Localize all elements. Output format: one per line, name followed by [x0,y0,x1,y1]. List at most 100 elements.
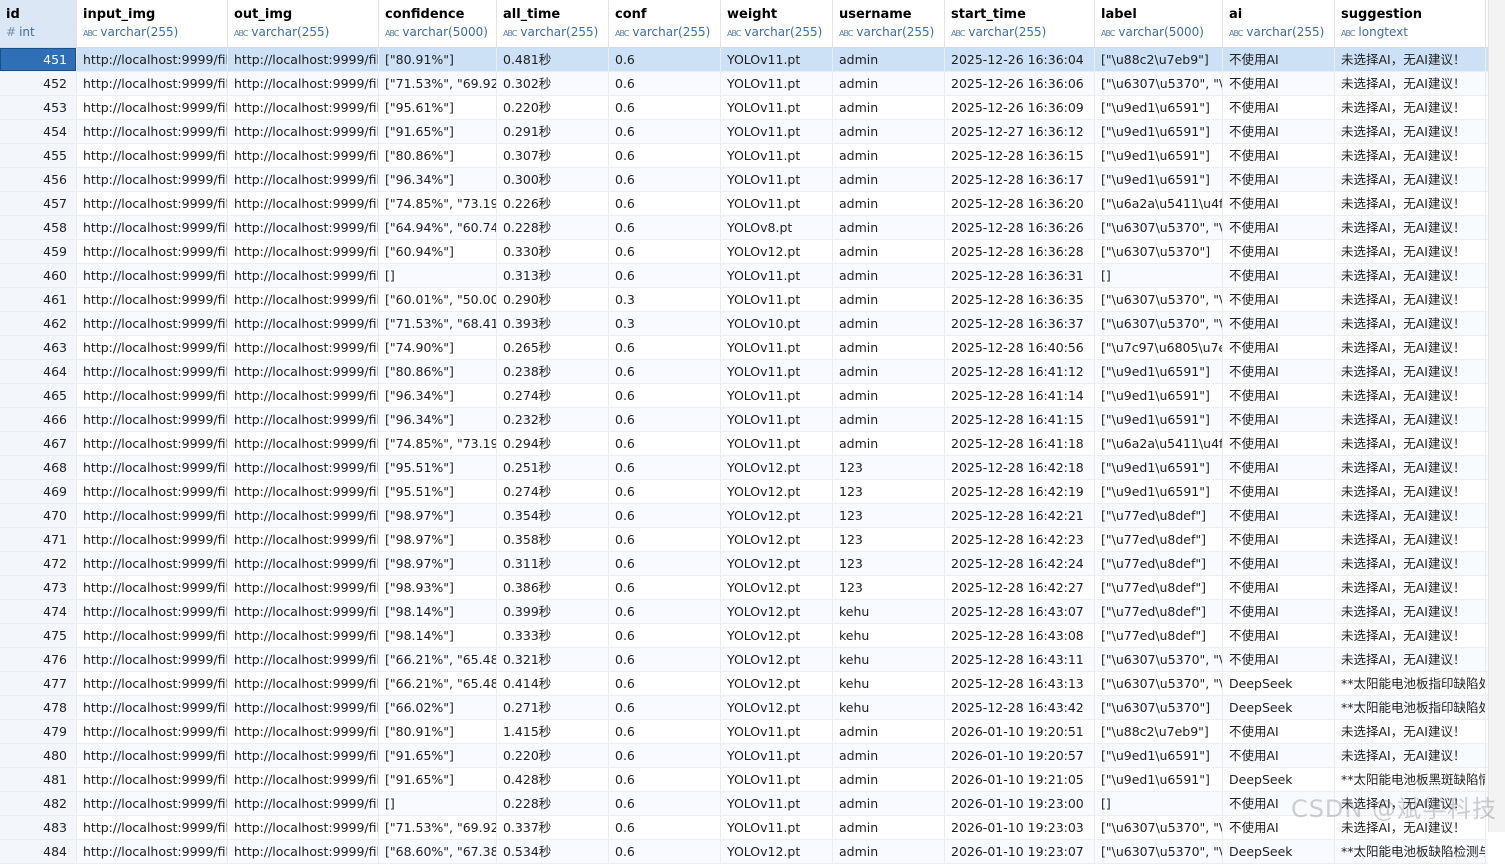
cell-weight[interactable]: YOLOv11.pt [721,792,833,815]
cell-confidence[interactable]: ["71.53%", "69.92% [379,72,497,95]
cell-label[interactable]: [] [1095,792,1223,815]
cell-confidence[interactable]: ["80.86%"] [379,144,497,167]
cell-confidence[interactable]: ["64.94%", "60.74% [379,216,497,239]
cell-weight[interactable]: YOLOv11.pt [721,384,833,407]
cell-id[interactable]: 469 [0,480,77,503]
table-row[interactable]: 484 http://localhost:9999/file http://loca… [0,840,1488,864]
cell-out-img[interactable]: http://localhost:9999/file [228,528,379,551]
cell-label[interactable]: ["\u6307\u5370", "\u [1095,288,1223,311]
cell-username[interactable]: admin [833,816,945,839]
cell-ai[interactable]: 不使用AI [1223,72,1335,95]
cell-out-img[interactable]: http://localhost:9999/file [228,72,379,95]
cell-id[interactable]: 471 [0,528,77,551]
cell-out-img[interactable]: http://localhost:9999/file [228,744,379,767]
cell-ai[interactable]: 不使用AI [1223,504,1335,527]
cell-weight[interactable]: YOLOv12.pt [721,504,833,527]
cell-suggestion[interactable]: 未选择AI，无AI建议！ [1335,648,1486,671]
cell-confidence[interactable]: ["60.01%", "50.00% [379,288,497,311]
cell-label[interactable]: ["\u6307\u5370", "\u [1095,648,1223,671]
cell-suggestion[interactable]: 未选择AI，无AI建议！ [1335,528,1486,551]
cell-start-time[interactable]: 2025-12-28 16:42:19 [945,480,1095,503]
cell-username[interactable]: admin [833,144,945,167]
cell-confidence[interactable]: [] [379,792,497,815]
cell-id[interactable]: 481 [0,768,77,791]
cell-username[interactable]: admin [833,168,945,191]
cell-conf[interactable]: 0.6 [609,600,721,623]
cell-label[interactable]: ["\u6307\u5370"] [1095,240,1223,263]
cell-suggestion[interactable]: 未选择AI，无AI建议！ [1335,720,1486,743]
cell-label[interactable]: ["\u77ed\u8def"] [1095,552,1223,575]
table-row[interactable]: 477 http://localhost:9999/file http://loca… [0,672,1488,696]
cell-label[interactable]: ["\u88c2\u7eb9"] [1095,720,1223,743]
cell-id[interactable]: 476 [0,648,77,671]
cell-id[interactable]: 458 [0,216,77,239]
cell-id[interactable]: 452 [0,72,77,95]
cell-ai[interactable]: 不使用AI [1223,288,1335,311]
cell-all-time[interactable]: 0.302秒 [497,72,609,95]
table-row[interactable]: 483 http://localhost:9999/file http://loca… [0,816,1488,840]
cell-input-img[interactable]: http://localhost:9999/file [77,672,228,695]
cell-out-img[interactable]: http://localhost:9999/file [228,792,379,815]
cell-id[interactable]: 451 [0,48,77,71]
cell-conf[interactable]: 0.6 [609,816,721,839]
cell-suggestion[interactable]: 未选择AI，无AI建议！ [1335,312,1486,335]
table-row[interactable]: 478 http://localhost:9999/file http://loca… [0,696,1488,720]
cell-ai[interactable]: 不使用AI [1223,456,1335,479]
cell-ai[interactable]: 不使用AI [1223,144,1335,167]
cell-input-img[interactable]: http://localhost:9999/file [77,408,228,431]
cell-username[interactable]: admin [833,288,945,311]
cell-out-img[interactable]: http://localhost:9999/file [228,312,379,335]
cell-input-img[interactable]: http://localhost:9999/file [77,552,228,575]
cell-suggestion[interactable]: 未选择AI，无AI建议！ [1335,432,1486,455]
cell-suggestion[interactable]: 未选择AI，无AI建议！ [1335,72,1486,95]
cell-username[interactable]: admin [833,96,945,119]
cell-out-img[interactable]: http://localhost:9999/file [228,432,379,455]
cell-input-img[interactable]: http://localhost:9999/file [77,528,228,551]
cell-all-time[interactable]: 0.313秒 [497,264,609,287]
cell-confidence[interactable]: ["98.97%"] [379,552,497,575]
cell-ai[interactable]: 不使用AI [1223,528,1335,551]
table-row[interactable]: 476 http://localhost:9999/file http://loca… [0,648,1488,672]
cell-username[interactable]: 123 [833,528,945,551]
table-row[interactable]: 463 http://localhost:9999/file http://loca… [0,336,1488,360]
cell-confidence[interactable]: ["98.97%"] [379,528,497,551]
table-row[interactable]: 471 http://localhost:9999/file http://loca… [0,528,1488,552]
cell-id[interactable]: 479 [0,720,77,743]
cell-id[interactable]: 465 [0,384,77,407]
cell-label[interactable]: ["\u7c97\u6805\u7eb [1095,336,1223,359]
cell-start-time[interactable]: 2025-12-28 16:42:18 [945,456,1095,479]
cell-id[interactable]: 467 [0,432,77,455]
cell-suggestion[interactable]: 未选择AI，无AI建议！ [1335,480,1486,503]
table-row[interactable]: 458 http://localhost:9999/file http://loca… [0,216,1488,240]
cell-all-time[interactable]: 0.290秒 [497,288,609,311]
cell-confidence[interactable]: ["95.51%"] [379,480,497,503]
cell-all-time[interactable]: 0.226秒 [497,192,609,215]
cell-confidence[interactable]: ["74.90%"] [379,336,497,359]
cell-start-time[interactable]: 2025-12-26 16:36:04 [945,48,1095,71]
table-row[interactable]: 464 http://localhost:9999/file http://loca… [0,360,1488,384]
cell-start-time[interactable]: 2025-12-28 16:36:37 [945,312,1095,335]
cell-out-img[interactable]: http://localhost:9999/file [228,504,379,527]
cell-ai[interactable]: DeepSeek [1223,672,1335,695]
cell-username[interactable]: admin [833,192,945,215]
cell-start-time[interactable]: 2025-12-28 16:43:07 [945,600,1095,623]
table-row[interactable]: 479 http://localhost:9999/file http://loca… [0,720,1488,744]
cell-out-img[interactable]: http://localhost:9999/file [228,240,379,263]
cell-out-img[interactable]: http://localhost:9999/file [228,456,379,479]
cell-id[interactable]: 453 [0,96,77,119]
cell-input-img[interactable]: http://localhost:9999/file [77,48,228,71]
cell-suggestion[interactable]: **太阳能电池板缺陷检测与 [1335,840,1486,863]
cell-input-img[interactable]: http://localhost:9999/file [77,816,228,839]
cell-confidence[interactable]: ["71.53%", "69.92% [379,816,497,839]
cell-label[interactable]: ["\u88c2\u7eb9"] [1095,48,1223,71]
cell-all-time[interactable]: 0.386秒 [497,576,609,599]
cell-start-time[interactable]: 2026-01-10 19:23:03 [945,816,1095,839]
cell-out-img[interactable]: http://localhost:9999/file [228,720,379,743]
cell-out-img[interactable]: http://localhost:9999/file [228,552,379,575]
cell-out-img[interactable]: http://localhost:9999/file [228,336,379,359]
cell-all-time[interactable]: 0.291秒 [497,120,609,143]
cell-suggestion[interactable]: 未选择AI，无AI建议！ [1335,360,1486,383]
cell-weight[interactable]: YOLOv8.pt [721,216,833,239]
table-row[interactable]: 472 http://localhost:9999/file http://loca… [0,552,1488,576]
cell-start-time[interactable]: 2025-12-28 16:36:26 [945,216,1095,239]
